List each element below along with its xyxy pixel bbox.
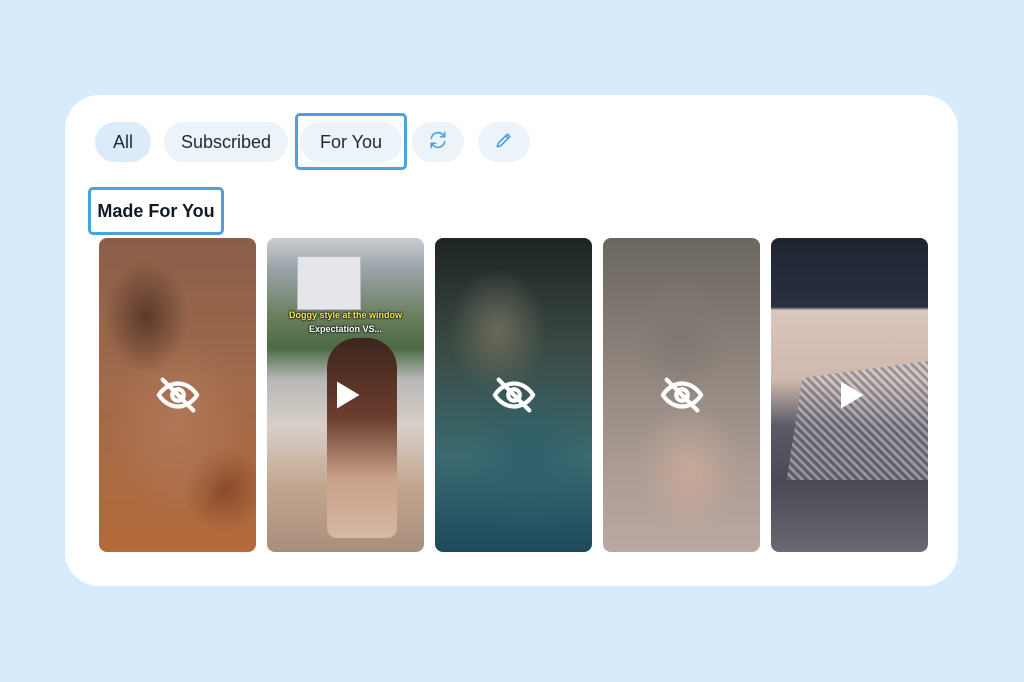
play-icon <box>826 371 874 419</box>
video-thumbnail-1[interactable] <box>99 238 256 552</box>
video-thumbnail-5[interactable] <box>771 238 928 552</box>
section-title-highlight-box <box>88 187 224 235</box>
filter-subscribed-label: Subscribed <box>180 131 272 152</box>
video-thumbnail-3[interactable] <box>435 238 592 552</box>
figure-shape <box>327 338 397 538</box>
video-thumbnail-2[interactable]: Doggy style at the window Expectation VS… <box>267 238 424 552</box>
edit-button[interactable] <box>478 122 530 162</box>
video-thumbnail-4[interactable] <box>603 238 760 552</box>
filter-all-button[interactable]: All <box>95 122 151 162</box>
building-shape <box>297 256 361 310</box>
filter-all-label: All <box>112 131 133 152</box>
for-you-highlight-box <box>295 113 407 170</box>
play-icon <box>322 371 370 419</box>
video-caption-line-2: Expectation VS... <box>308 324 383 334</box>
refresh-icon <box>428 130 448 155</box>
eye-off-icon <box>154 371 202 419</box>
filter-subscribed-button[interactable]: Subscribed <box>164 122 288 162</box>
eye-off-icon <box>490 371 538 419</box>
pencil-icon <box>494 130 514 155</box>
refresh-button[interactable] <box>412 122 464 162</box>
video-caption-line-1: Doggy style at the window <box>288 310 402 320</box>
eye-off-icon <box>658 371 706 419</box>
